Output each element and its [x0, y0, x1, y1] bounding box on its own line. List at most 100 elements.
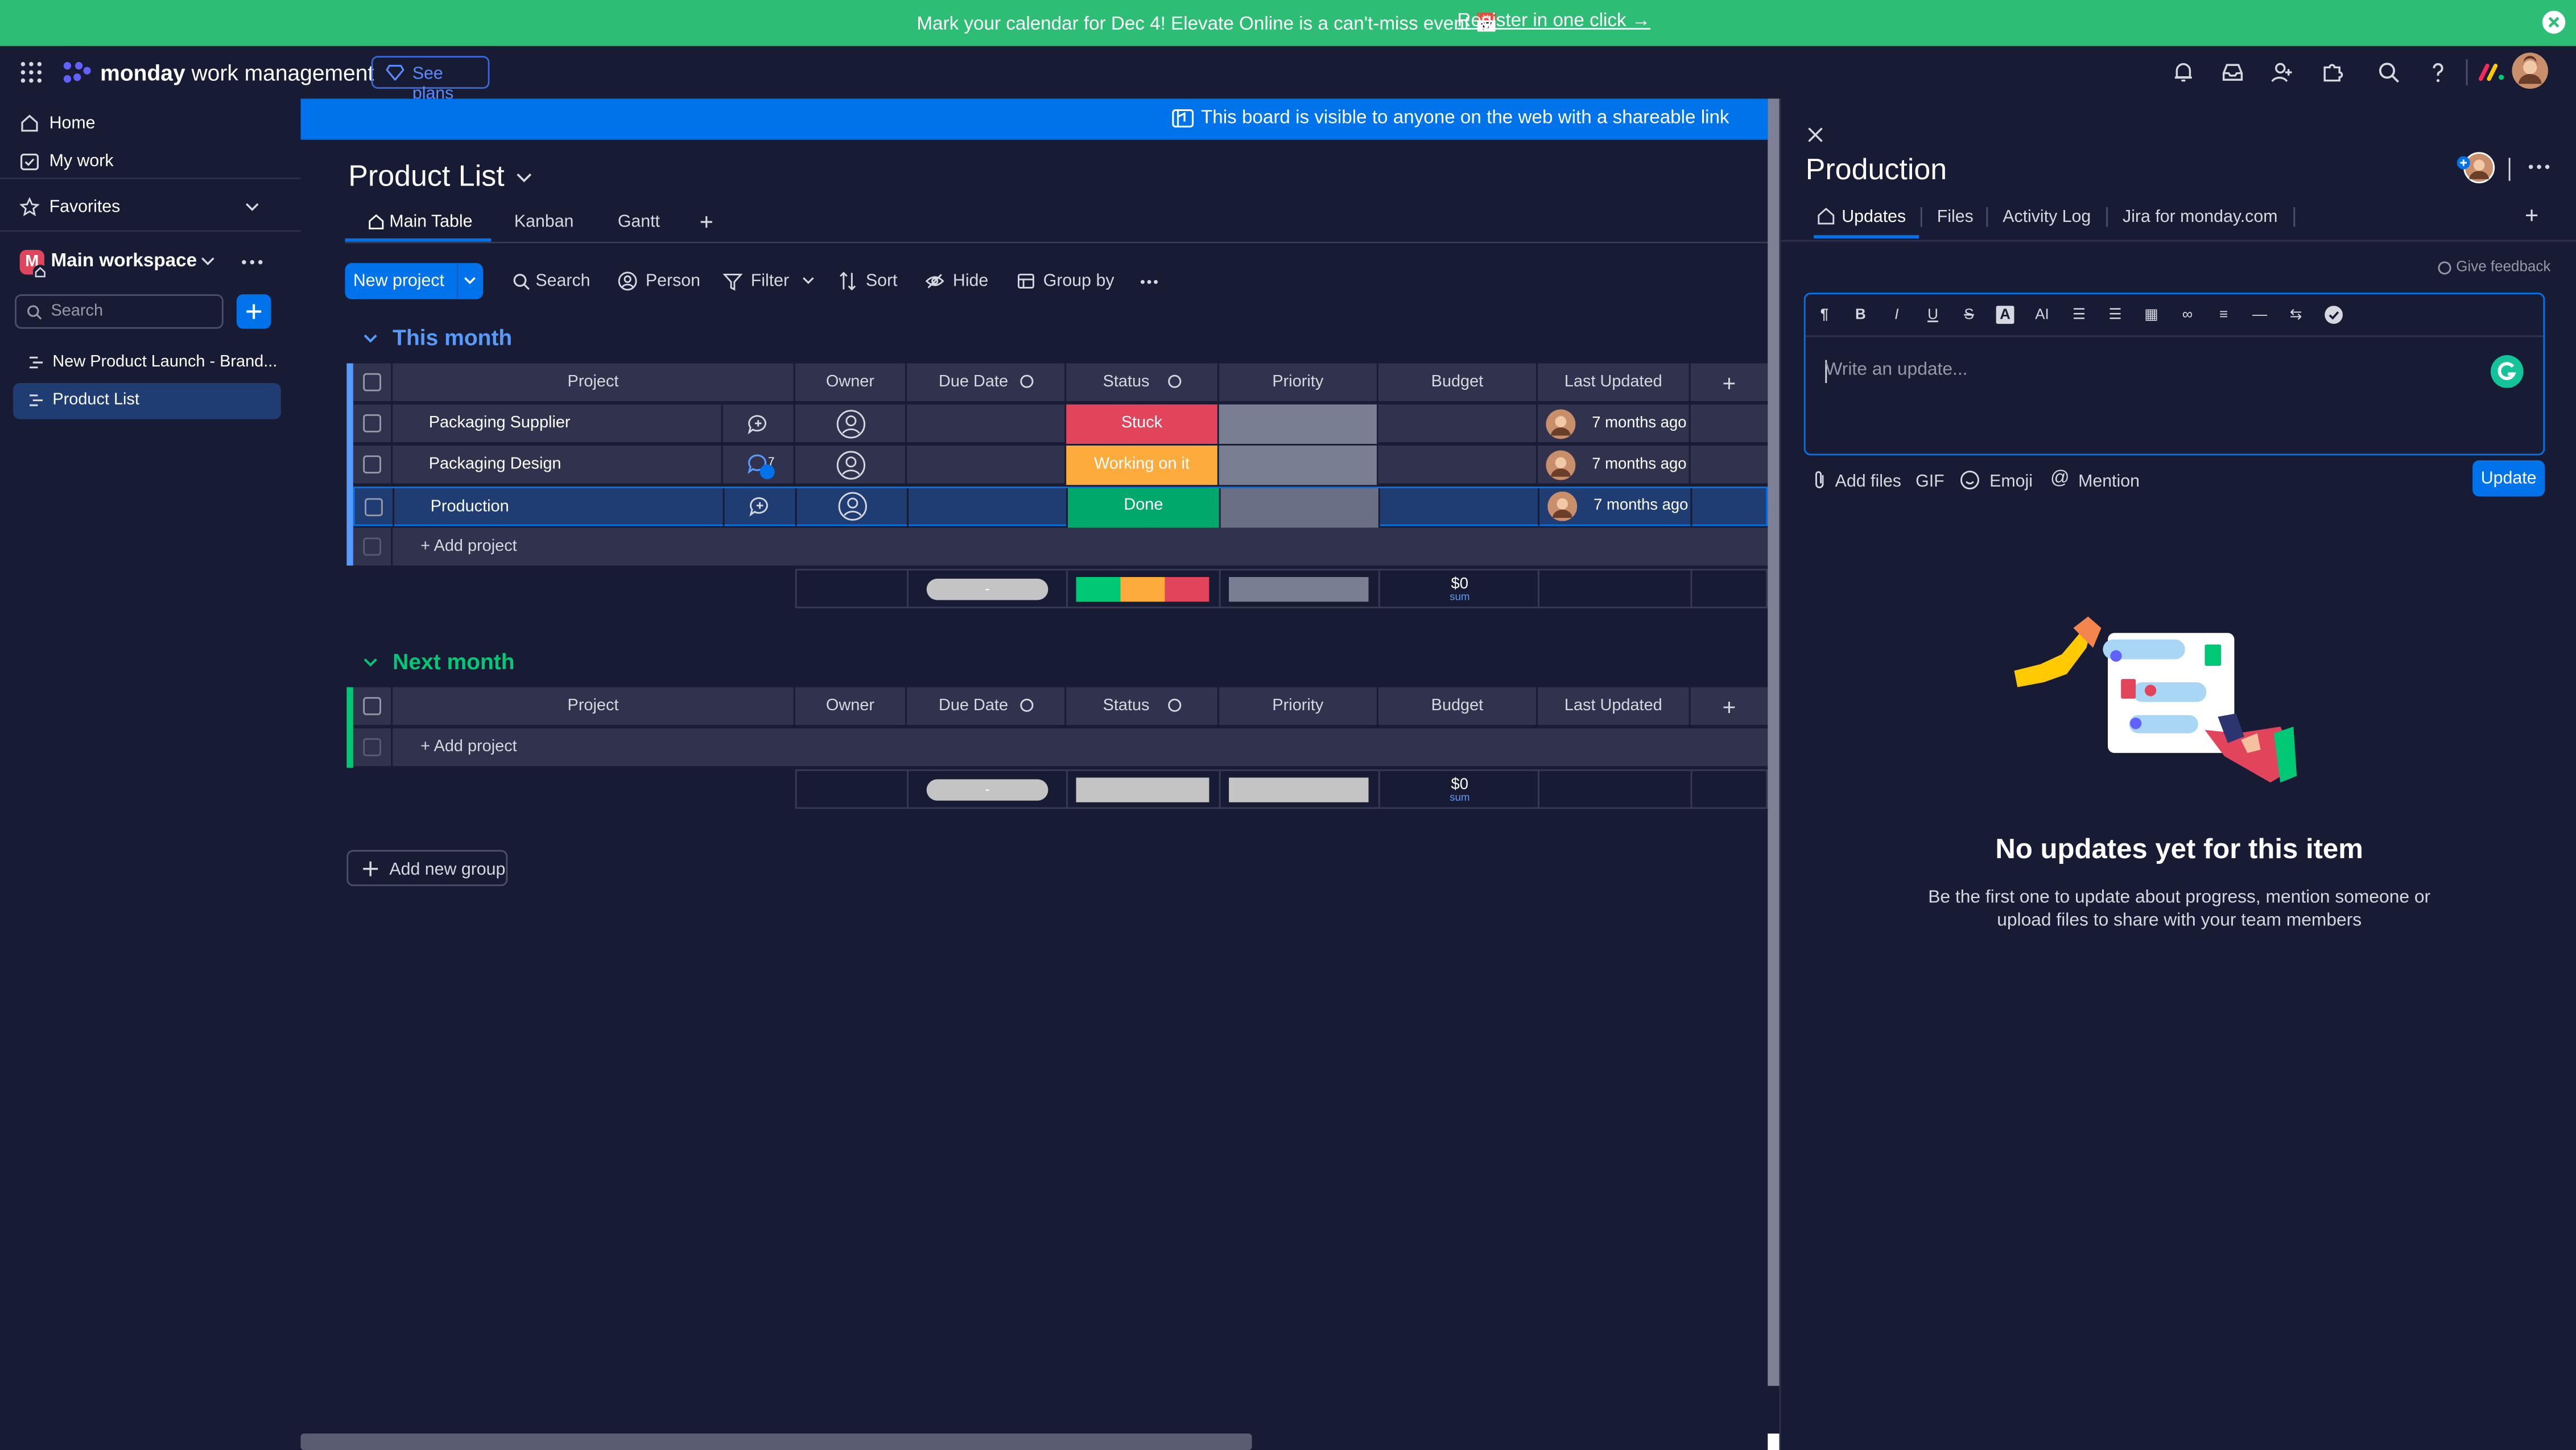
subscribers-avatar[interactable] [2456, 151, 2495, 184]
monday-logo-icon[interactable] [61, 59, 94, 85]
chevron-down-icon[interactable] [516, 172, 532, 183]
brand-name[interactable]: monday work management [100, 61, 374, 85]
workspace-name[interactable]: Main workspace [51, 252, 197, 271]
info-icon[interactable] [1167, 699, 1181, 712]
add-new-group-button[interactable]: Add new group [346, 850, 508, 887]
due-date-summary[interactable]: - [926, 779, 1048, 801]
help-icon[interactable] [2426, 61, 2449, 84]
more-options-icon[interactable] [2528, 164, 2550, 170]
update-submit-button[interactable]: Update [2472, 460, 2545, 497]
status-summary-bar[interactable] [1076, 777, 1209, 802]
column-header-priority[interactable]: Priority [1219, 363, 1378, 403]
column-header-project[interactable]: Project [393, 363, 795, 403]
tab-updates[interactable]: Updates [1842, 207, 1906, 227]
app-grid-icon[interactable] [20, 61, 43, 84]
bell-icon[interactable] [2172, 61, 2195, 84]
collapse-group-icon[interactable] [363, 658, 378, 668]
direction-icon[interactable]: ⇆ [2287, 306, 2305, 324]
chevron-down-icon[interactable] [463, 276, 476, 285]
priority-cell[interactable] [1219, 445, 1378, 485]
row-checkbox[interactable] [365, 498, 383, 517]
align-icon[interactable]: ≡ [2215, 306, 2233, 324]
column-header-due-date[interactable]: Due Date [907, 687, 1067, 727]
give-feedback-link[interactable]: Give feedback [2438, 258, 2550, 274]
column-header-priority[interactable]: Priority [1219, 687, 1378, 727]
owner-cell[interactable] [795, 445, 907, 485]
updates-cell[interactable] [723, 404, 795, 444]
more-options-icon[interactable] [242, 259, 263, 265]
due-date-cell[interactable] [907, 445, 1067, 485]
table-row[interactable]: Packaging Design 7 Working on it 7 month… [353, 445, 1768, 485]
due-date-summary[interactable]: - [926, 578, 1048, 600]
group-title[interactable]: Next month [393, 649, 514, 674]
font-size-icon[interactable]: AI [2030, 306, 2053, 324]
numbered-list-icon[interactable]: ☰ [2106, 306, 2124, 324]
toolbar-group-by-button[interactable]: Group by [1043, 271, 1114, 291]
status-cell[interactable]: Working on it [1066, 445, 1219, 485]
divider-line-icon[interactable]: — [2251, 306, 2269, 324]
paragraph-icon[interactable]: ¶ [1815, 306, 1834, 324]
user-avatar[interactable] [2512, 52, 2548, 89]
info-icon[interactable] [1019, 699, 1033, 712]
bold-icon[interactable]: B [1852, 306, 1870, 324]
select-all-checkbox[interactable] [363, 697, 381, 715]
add-item-input[interactable]: + Add project [393, 728, 1768, 768]
strikethrough-icon[interactable]: S [1960, 306, 1978, 324]
status-cell[interactable]: Done [1068, 488, 1221, 528]
priority-summary-bar[interactable] [1229, 577, 1369, 602]
priority-cell[interactable] [1220, 488, 1380, 528]
status-cell[interactable]: Stuck [1066, 404, 1219, 444]
tab-kanban[interactable]: Kanban [514, 212, 574, 232]
table-icon[interactable]: ▦ [2142, 306, 2161, 324]
budget-cell[interactable] [1378, 404, 1538, 444]
add-files-button[interactable]: Add files [1835, 472, 1901, 492]
row-checkbox[interactable] [363, 455, 381, 474]
toolbar-hide-button[interactable]: Hide [953, 271, 988, 291]
italic-icon[interactable]: I [1888, 306, 1906, 324]
tab-files[interactable]: Files [1937, 207, 1974, 227]
tab-activity-log[interactable]: Activity Log [2003, 207, 2091, 227]
priority-cell[interactable] [1219, 404, 1378, 444]
row-checkbox[interactable] [363, 414, 381, 432]
tab-main-table[interactable]: Main Table [389, 212, 472, 232]
column-header-budget[interactable]: Budget [1378, 687, 1538, 727]
budget-cell[interactable] [1380, 488, 1539, 528]
tab-gantt[interactable]: Gantt [618, 212, 660, 232]
select-all-checkbox[interactable] [363, 373, 381, 392]
emoji-button[interactable]: Emoji [1989, 472, 2033, 492]
column-header-owner[interactable]: Owner [795, 687, 907, 727]
apps-puzzle-icon[interactable] [2321, 61, 2344, 84]
updates-cell[interactable]: 7 [723, 445, 795, 485]
horizontal-scrollbar[interactable] [300, 1433, 1252, 1450]
project-name[interactable]: Production [394, 488, 725, 528]
bulleted-list-icon[interactable]: ☰ [2070, 306, 2088, 324]
link-icon[interactable]: ∞ [2178, 306, 2197, 324]
search-icon[interactable] [2377, 61, 2400, 84]
column-header-status[interactable]: Status [1066, 363, 1219, 403]
chevron-down-icon[interactable] [200, 257, 215, 266]
item-title[interactable]: Production [1806, 153, 1947, 188]
budget-cell[interactable] [1378, 445, 1538, 485]
text-color-icon[interactable]: A [1996, 306, 2014, 324]
promo-register-link[interactable]: Register in one click → [1457, 11, 1650, 31]
vertical-scrollbar[interactable] [1768, 98, 1780, 1386]
inbox-icon[interactable] [2221, 61, 2244, 84]
collapse-group-icon[interactable] [363, 333, 378, 343]
toolbar-filter-button[interactable]: Filter [751, 271, 789, 291]
column-header-last-updated[interactable]: Last Updated [1538, 687, 1691, 727]
project-name[interactable]: Packaging Design [393, 445, 723, 485]
checklist-icon[interactable] [2325, 306, 2343, 324]
sidebar-board-item-active[interactable]: Product List [13, 383, 281, 419]
toolbar-search-button[interactable]: Search [535, 271, 590, 291]
toolbar-sort-button[interactable]: Sort [866, 271, 898, 291]
table-row[interactable]: Packaging Supplier Stuck 7 months ago [353, 404, 1768, 444]
column-header-due-date[interactable]: Due Date [907, 363, 1067, 403]
share-banner[interactable]: This board is visible to anyone on the w… [300, 98, 1768, 140]
due-date-cell[interactable] [907, 404, 1067, 444]
tab-jira[interactable]: Jira for monday.com [2123, 207, 2277, 227]
priority-summary-bar[interactable] [1229, 777, 1369, 802]
add-column-button[interactable]: + [1691, 363, 1768, 402]
column-header-project[interactable]: Project [393, 687, 795, 727]
group-title[interactable]: This month [393, 326, 512, 350]
more-options-icon[interactable] [1140, 279, 1158, 285]
